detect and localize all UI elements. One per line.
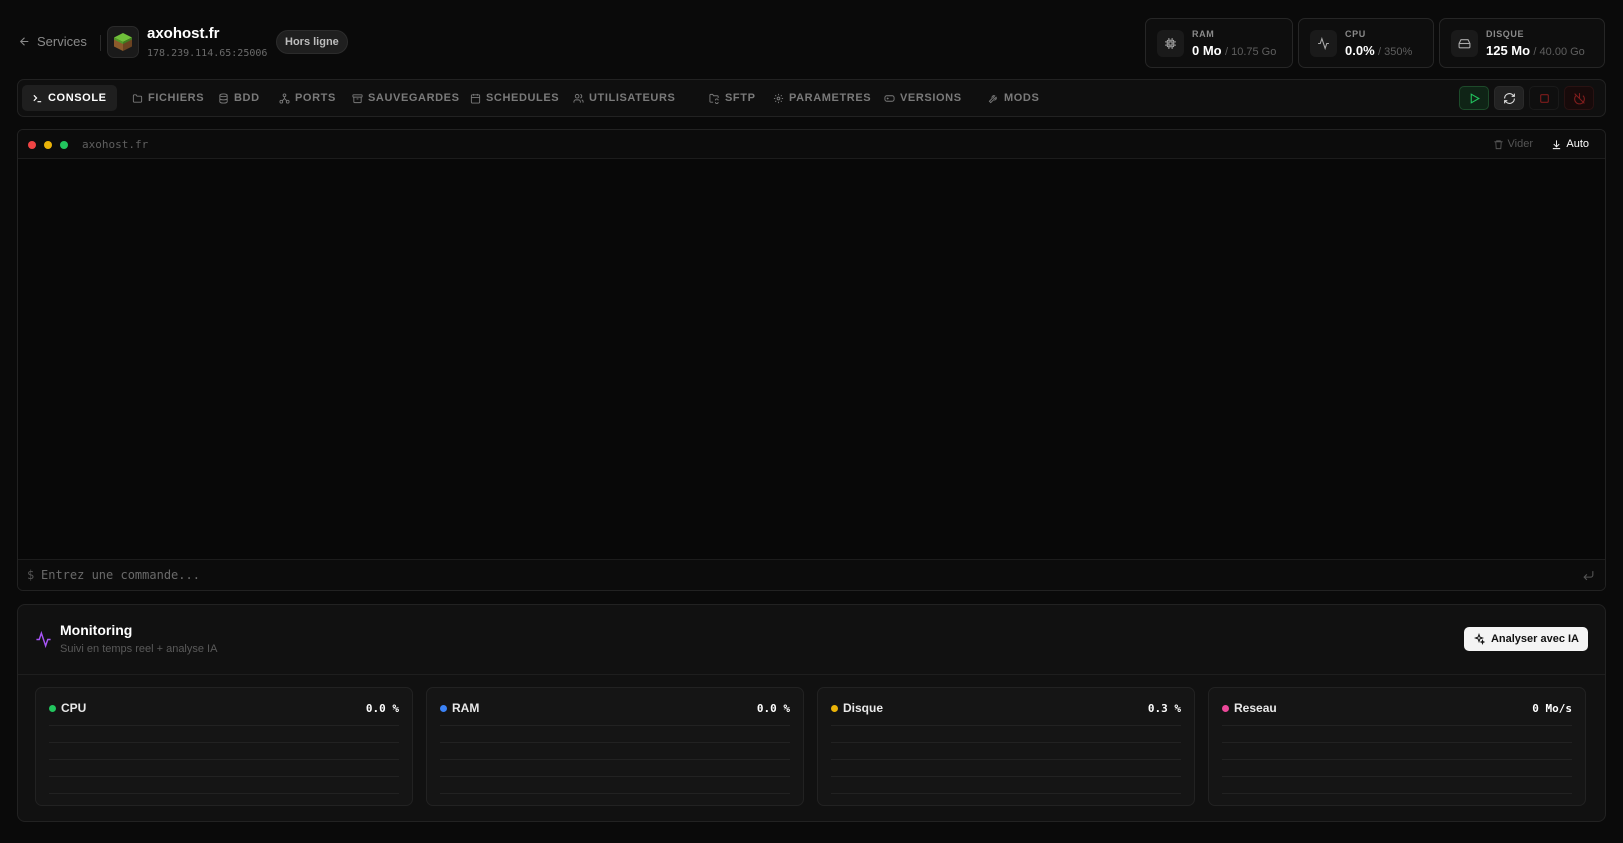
start-button[interactable] [1459,86,1489,110]
stat-label: CPU [1345,29,1366,39]
tab-mods[interactable]: MODS [978,85,1049,111]
card-name: CPU [61,701,87,715]
play-icon [1470,92,1480,104]
gamepad-icon [884,94,895,102]
tab-parametres[interactable]: PARAMETRES [763,85,881,111]
card-sparkline [440,725,790,794]
network-card: Reseau 0 Mo/s [1208,687,1586,806]
users-icon [573,93,584,103]
monitoring-header: Monitoring Suivi en temps reel + analyse… [18,605,1605,675]
monitoring-panel: Monitoring Suivi en temps reel + analyse… [17,604,1606,822]
tab-console[interactable]: CONSOLE [22,85,117,111]
tab-versions[interactable]: VERSIONS [874,85,972,111]
folder-icon [132,93,143,103]
ram-dot [440,705,447,712]
disk-dot [831,705,838,712]
tab-ports[interactable]: PORTS [269,85,346,111]
page-header: Services axohost.fr 178.239.114.65:25006… [18,18,1605,68]
archive-icon [352,93,363,103]
activity-icon [36,631,51,648]
console-output[interactable] [18,159,1605,559]
hard-drive-icon [1451,30,1478,57]
restart-button[interactable] [1494,86,1524,110]
server-name: axohost.fr [147,25,220,42]
divider [100,35,101,51]
cpu-stat: CPU 0.0% / 350% [1298,18,1434,68]
card-value: 0.3 % [1147,702,1181,715]
back-link[interactable]: Services [18,34,87,49]
wrench-icon [988,94,997,103]
terminal-icon [33,94,42,102]
grass-block-icon [114,33,132,51]
sparkles-icon [1473,633,1485,645]
tab-sftp[interactable]: SFTP [699,85,766,111]
gear-icon [773,93,784,103]
back-link-label: Services [37,34,87,49]
card-sparkline [1222,725,1572,794]
command-bar: $ [18,559,1605,590]
disk-stat: DISQUE 125 Mo / 40.00 Go [1439,18,1605,68]
console-title: axohost.fr [82,138,149,151]
network-dot [1222,705,1229,712]
console-titlebar: axohost.fr Vider Auto [18,130,1605,159]
analyze-ai-button[interactable]: Analyser avec IA [1463,627,1588,651]
red-dot [28,141,36,149]
card-name: RAM [452,701,480,715]
prompt-symbol: $ [27,568,35,582]
stat-value: 125 Mo / 40.00 Go [1486,43,1585,58]
activity-icon [1310,30,1337,57]
card-sparkline [831,725,1181,794]
cpu-dot [49,705,56,712]
monitoring-subtitle: Suivi en temps reel + analyse IA [60,643,218,655]
stat-label: RAM [1192,29,1215,39]
server-address[interactable]: 178.239.114.65:25006 [147,48,267,59]
card-value: 0.0 % [365,702,399,715]
calendar-icon [470,93,481,104]
tab-schedules[interactable]: SCHEDULES [460,85,569,111]
tab-bdd[interactable]: BDD [208,85,270,111]
network-icon [279,92,290,104]
tab-bar: CONSOLE FICHIERS BDD PORTS SAUVEGARDES S… [17,79,1606,117]
kill-button[interactable] [1564,86,1594,110]
stat-label: DISQUE [1486,29,1525,39]
refresh-icon [1503,92,1515,104]
database-icon [219,92,228,104]
yellow-dot [44,141,52,149]
kill-icon [1573,92,1585,104]
ram-card: RAM 0.0 % [426,687,804,806]
server-avatar [107,26,139,58]
enter-icon[interactable] [1582,569,1595,582]
green-dot [60,141,68,149]
stop-button[interactable] [1529,86,1559,110]
tab-fichiers[interactable]: FICHIERS [122,85,214,111]
stat-value: 0.0% / 350% [1345,43,1413,58]
stat-value: 0 Mo / 10.75 Go [1192,43,1277,58]
autoscroll-toggle[interactable]: Auto [1551,138,1589,150]
monitoring-title: Monitoring [60,622,133,638]
card-name: Disque [843,701,884,715]
disk-card: Disque 0.3 % [817,687,1195,806]
download-icon [1553,139,1561,149]
folder-sync-icon [709,93,719,104]
card-name: Reseau [1234,701,1277,715]
tab-utilisateurs[interactable]: UTILISATEURS [563,85,685,111]
console-panel: axohost.fr Vider Auto $ [17,129,1606,591]
card-value: 0 Mo/s [1532,702,1572,715]
clear-button[interactable]: Vider [1493,138,1533,150]
arrow-left-icon [19,37,29,46]
card-value: 0.0 % [756,702,790,715]
ram-stat: RAM 0 Mo / 10.75 Go [1145,18,1293,68]
tab-sauvegardes[interactable]: SAUVEGARDES [342,85,470,111]
stop-icon [1539,93,1549,103]
status-badge: Hors ligne [276,30,348,54]
cpu-card: CPU 0.0 % [35,687,413,806]
card-sparkline [49,725,399,794]
command-input[interactable] [41,564,1541,586]
trash-icon [1493,139,1503,149]
chip-icon [1157,30,1184,57]
